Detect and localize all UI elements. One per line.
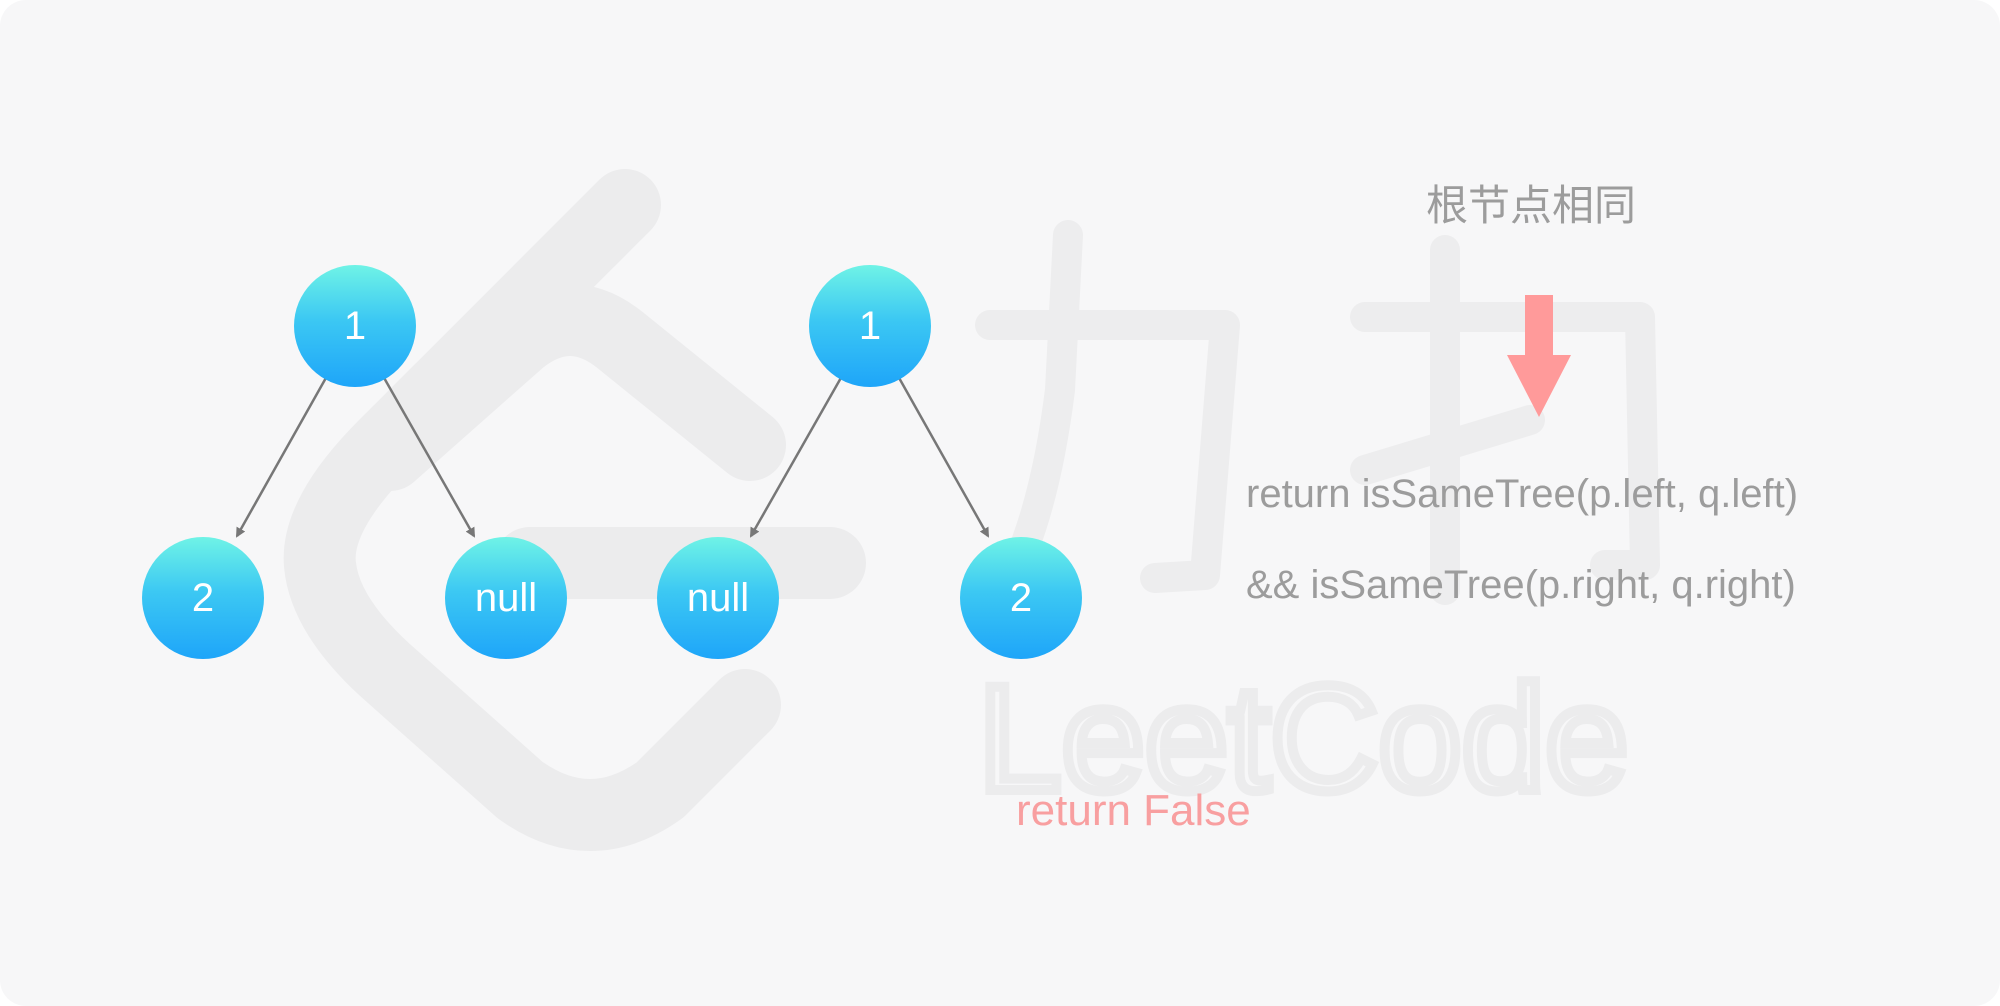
code-line-right-compare: && isSameTree(p.right, q.right) <box>1246 563 1796 607</box>
tree-right-root-node: 1 <box>809 265 931 387</box>
code-line-left-compare: return isSameTree(p.left, q.left) <box>1246 472 1799 516</box>
tree-left-right-child-node: null <box>445 537 567 659</box>
tree-left-left-child-node: 2 <box>142 537 264 659</box>
edge-left-root-to-left-child <box>235 375 329 538</box>
edge-right-root-to-right-child <box>896 375 990 538</box>
result-label: return False <box>1016 786 1251 835</box>
tree-right-left-child-node: null <box>657 537 779 659</box>
same-root-label: 根节点相同 <box>1426 182 1637 229</box>
tree-right-right-child-node: 2 <box>960 537 1082 659</box>
diagram-canvas: LeetCode 1 2 null 1 null 2 根节点相同 return … <box>0 0 2000 1006</box>
edge-left-root-to-right-child <box>381 375 476 538</box>
edge-right-root-to-left-child <box>749 375 844 538</box>
arrow-down-icon <box>1507 295 1571 417</box>
tree-left-root-node: 1 <box>294 265 416 387</box>
